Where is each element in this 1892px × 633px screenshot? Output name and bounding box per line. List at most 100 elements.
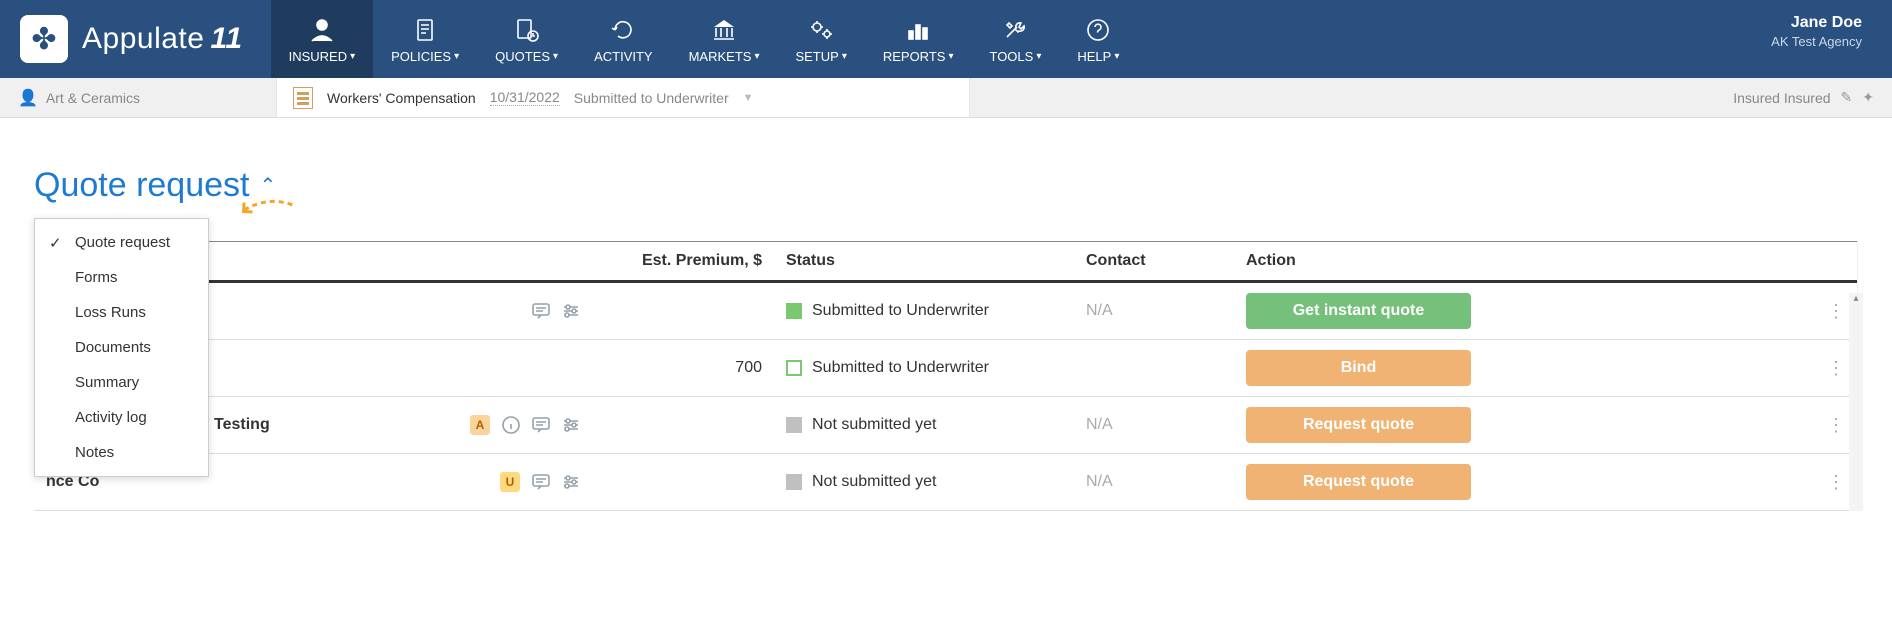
- nav-label: REPORTS: [883, 49, 946, 64]
- row-menu-icon[interactable]: ⋮: [1827, 301, 1845, 321]
- nav-label: TOOLS: [989, 49, 1033, 64]
- chevron-down-icon: ▾: [948, 51, 953, 62]
- contact-value: N/A: [1086, 473, 1113, 490]
- content: Quote request ⌃ Quote requestFormsLoss R…: [0, 118, 1892, 531]
- nav-markets[interactable]: MARKETS ▾: [671, 0, 778, 78]
- bind-button[interactable]: Bind: [1246, 350, 1471, 386]
- chevron-down-icon: ▾: [1036, 51, 1041, 62]
- status-icon: [786, 303, 802, 319]
- agency-name: AK Test Agency: [1771, 34, 1862, 49]
- col-status[interactable]: Status: [774, 242, 1074, 282]
- badge-u: U: [500, 472, 520, 492]
- nav-label: QUOTES: [495, 49, 550, 64]
- chat-icon[interactable]: [530, 471, 552, 493]
- logo[interactable]: ✤ Appulate 11: [0, 0, 271, 78]
- menu-item-summary[interactable]: Summary: [35, 365, 208, 400]
- info-icon[interactable]: [500, 414, 522, 436]
- nav-items: INSURED ▾ POLICIES ▾ QUOTES ▾ ACTIVITY M…: [271, 0, 1138, 78]
- chat-icon[interactable]: [530, 414, 552, 436]
- nav-label: INSURED: [289, 49, 348, 64]
- policy-date[interactable]: 10/31/2022: [490, 89, 560, 106]
- sub-bar: 👤 Art & Ceramics Workers' Compensation 1…: [0, 78, 1892, 118]
- chevron-down-icon: ▾: [754, 51, 759, 62]
- edit-icon[interactable]: ✎: [1841, 89, 1853, 106]
- premium-value: [594, 397, 774, 454]
- table-row[interactable]: nsurance Group, LLC Testing A Not submit…: [34, 397, 1857, 454]
- nav-label: MARKETS: [689, 49, 752, 64]
- policy-strip[interactable]: Workers' Compensation 10/31/2022 Submitt…: [276, 78, 970, 117]
- premium-value: [594, 282, 774, 340]
- document-icon: [293, 87, 313, 109]
- contact-value: N/A: [1086, 302, 1113, 319]
- user-area[interactable]: Jane Doe AK Test Agency: [1771, 0, 1892, 78]
- request-quote-button[interactable]: Request quote: [1246, 407, 1471, 443]
- col-contact[interactable]: Contact: [1074, 242, 1234, 282]
- gears-icon: [807, 15, 835, 45]
- col-menu: [1815, 242, 1857, 282]
- row-menu-icon[interactable]: ⋮: [1827, 415, 1845, 435]
- nav-quotes[interactable]: QUOTES ▾: [477, 0, 576, 78]
- nav-tools[interactable]: TOOLS ▾: [971, 0, 1059, 78]
- quote-grid-wrap: Est. Premium, $ Status Contact Action ci…: [34, 241, 1858, 511]
- scrollbar[interactable]: ▴: [1849, 293, 1863, 511]
- nav-policies[interactable]: POLICIES ▾: [373, 0, 477, 78]
- get-instant-quote-button[interactable]: Get instant quote: [1246, 293, 1471, 329]
- chevron-down-icon: ▾: [842, 51, 847, 62]
- sliders-icon[interactable]: [560, 414, 582, 436]
- breadcrumb[interactable]: 👤 Art & Ceramics: [0, 78, 276, 117]
- contact-value: N/A: [1086, 416, 1113, 433]
- section-header[interactable]: Quote request ⌃: [34, 166, 1858, 205]
- nav-label: ACTIVITY: [594, 49, 653, 64]
- sliders-icon[interactable]: [560, 300, 582, 322]
- brand-suffix: 11: [210, 22, 242, 56]
- col-premium[interactable]: Est. Premium, $: [594, 242, 774, 282]
- logo-icon: ✤: [20, 15, 68, 63]
- nav-label: POLICIES: [391, 49, 451, 64]
- col-action[interactable]: Action: [1234, 242, 1815, 282]
- caret-down-icon[interactable]: ▼: [743, 92, 754, 104]
- status-icon: [786, 474, 802, 490]
- insured-name: Art & Ceramics: [46, 90, 140, 106]
- subbar-right: Insured Insured ✎ ✦: [1715, 78, 1892, 117]
- top-nav: ✤ Appulate 11 INSURED ▾ POLICIES ▾ QUOTE…: [0, 0, 1892, 78]
- insured-label: Insured Insured: [1733, 90, 1830, 106]
- document-clock-icon: [513, 15, 541, 45]
- quote-grid: Est. Premium, $ Status Contact Action ci…: [34, 241, 1857, 511]
- nav-help[interactable]: HELP ▾: [1059, 0, 1137, 78]
- status-text: Not submitted yet: [812, 473, 937, 491]
- nav-setup[interactable]: SETUP ▾: [777, 0, 864, 78]
- user-name: Jane Doe: [1771, 14, 1862, 32]
- status-icon: [786, 360, 802, 376]
- menu-item-activity-log[interactable]: Activity log: [35, 400, 208, 435]
- premium-value: [594, 454, 774, 511]
- nav-label: HELP: [1077, 49, 1111, 64]
- nav-insured[interactable]: INSURED ▾: [271, 0, 374, 78]
- sliders-icon[interactable]: [560, 471, 582, 493]
- menu-item-notes[interactable]: Notes: [35, 435, 208, 470]
- nav-label: SETUP: [795, 49, 838, 64]
- section-title: Quote request: [34, 166, 249, 205]
- status-text: Not submitted yet: [812, 416, 937, 434]
- table-row[interactable]: cial Live API Testing Submitted to Under…: [34, 282, 1857, 340]
- scroll-up-icon[interactable]: ▴: [1849, 293, 1863, 309]
- request-quote-button[interactable]: Request quote: [1246, 464, 1471, 500]
- settings-icon[interactable]: ✦: [1862, 89, 1874, 106]
- menu-item-documents[interactable]: Documents: [35, 330, 208, 365]
- person-icon: [308, 15, 336, 45]
- nav-reports[interactable]: REPORTS ▾: [865, 0, 972, 78]
- menu-item-quote-request[interactable]: Quote request: [35, 225, 208, 260]
- menu-item-loss-runs[interactable]: Loss Runs: [35, 295, 208, 330]
- nav-activity[interactable]: ACTIVITY: [576, 0, 671, 78]
- row-menu-icon[interactable]: ⋮: [1827, 472, 1845, 492]
- bars-icon: [904, 15, 932, 45]
- table-row[interactable]: mics - proposal.pdf 700 Submitted to Und…: [34, 340, 1857, 397]
- table-row[interactable]: nce Co U Not submitted yet N/A Request q…: [34, 454, 1857, 511]
- policy-type: Workers' Compensation: [327, 90, 476, 106]
- menu-item-forms[interactable]: Forms: [35, 260, 208, 295]
- chevron-down-icon: ▾: [350, 51, 355, 62]
- row-menu-icon[interactable]: ⋮: [1827, 358, 1845, 378]
- premium-value: 700: [594, 340, 774, 397]
- chevron-down-icon: ▾: [553, 51, 558, 62]
- status-text: Submitted to Underwriter: [812, 359, 989, 377]
- chat-icon[interactable]: [530, 300, 552, 322]
